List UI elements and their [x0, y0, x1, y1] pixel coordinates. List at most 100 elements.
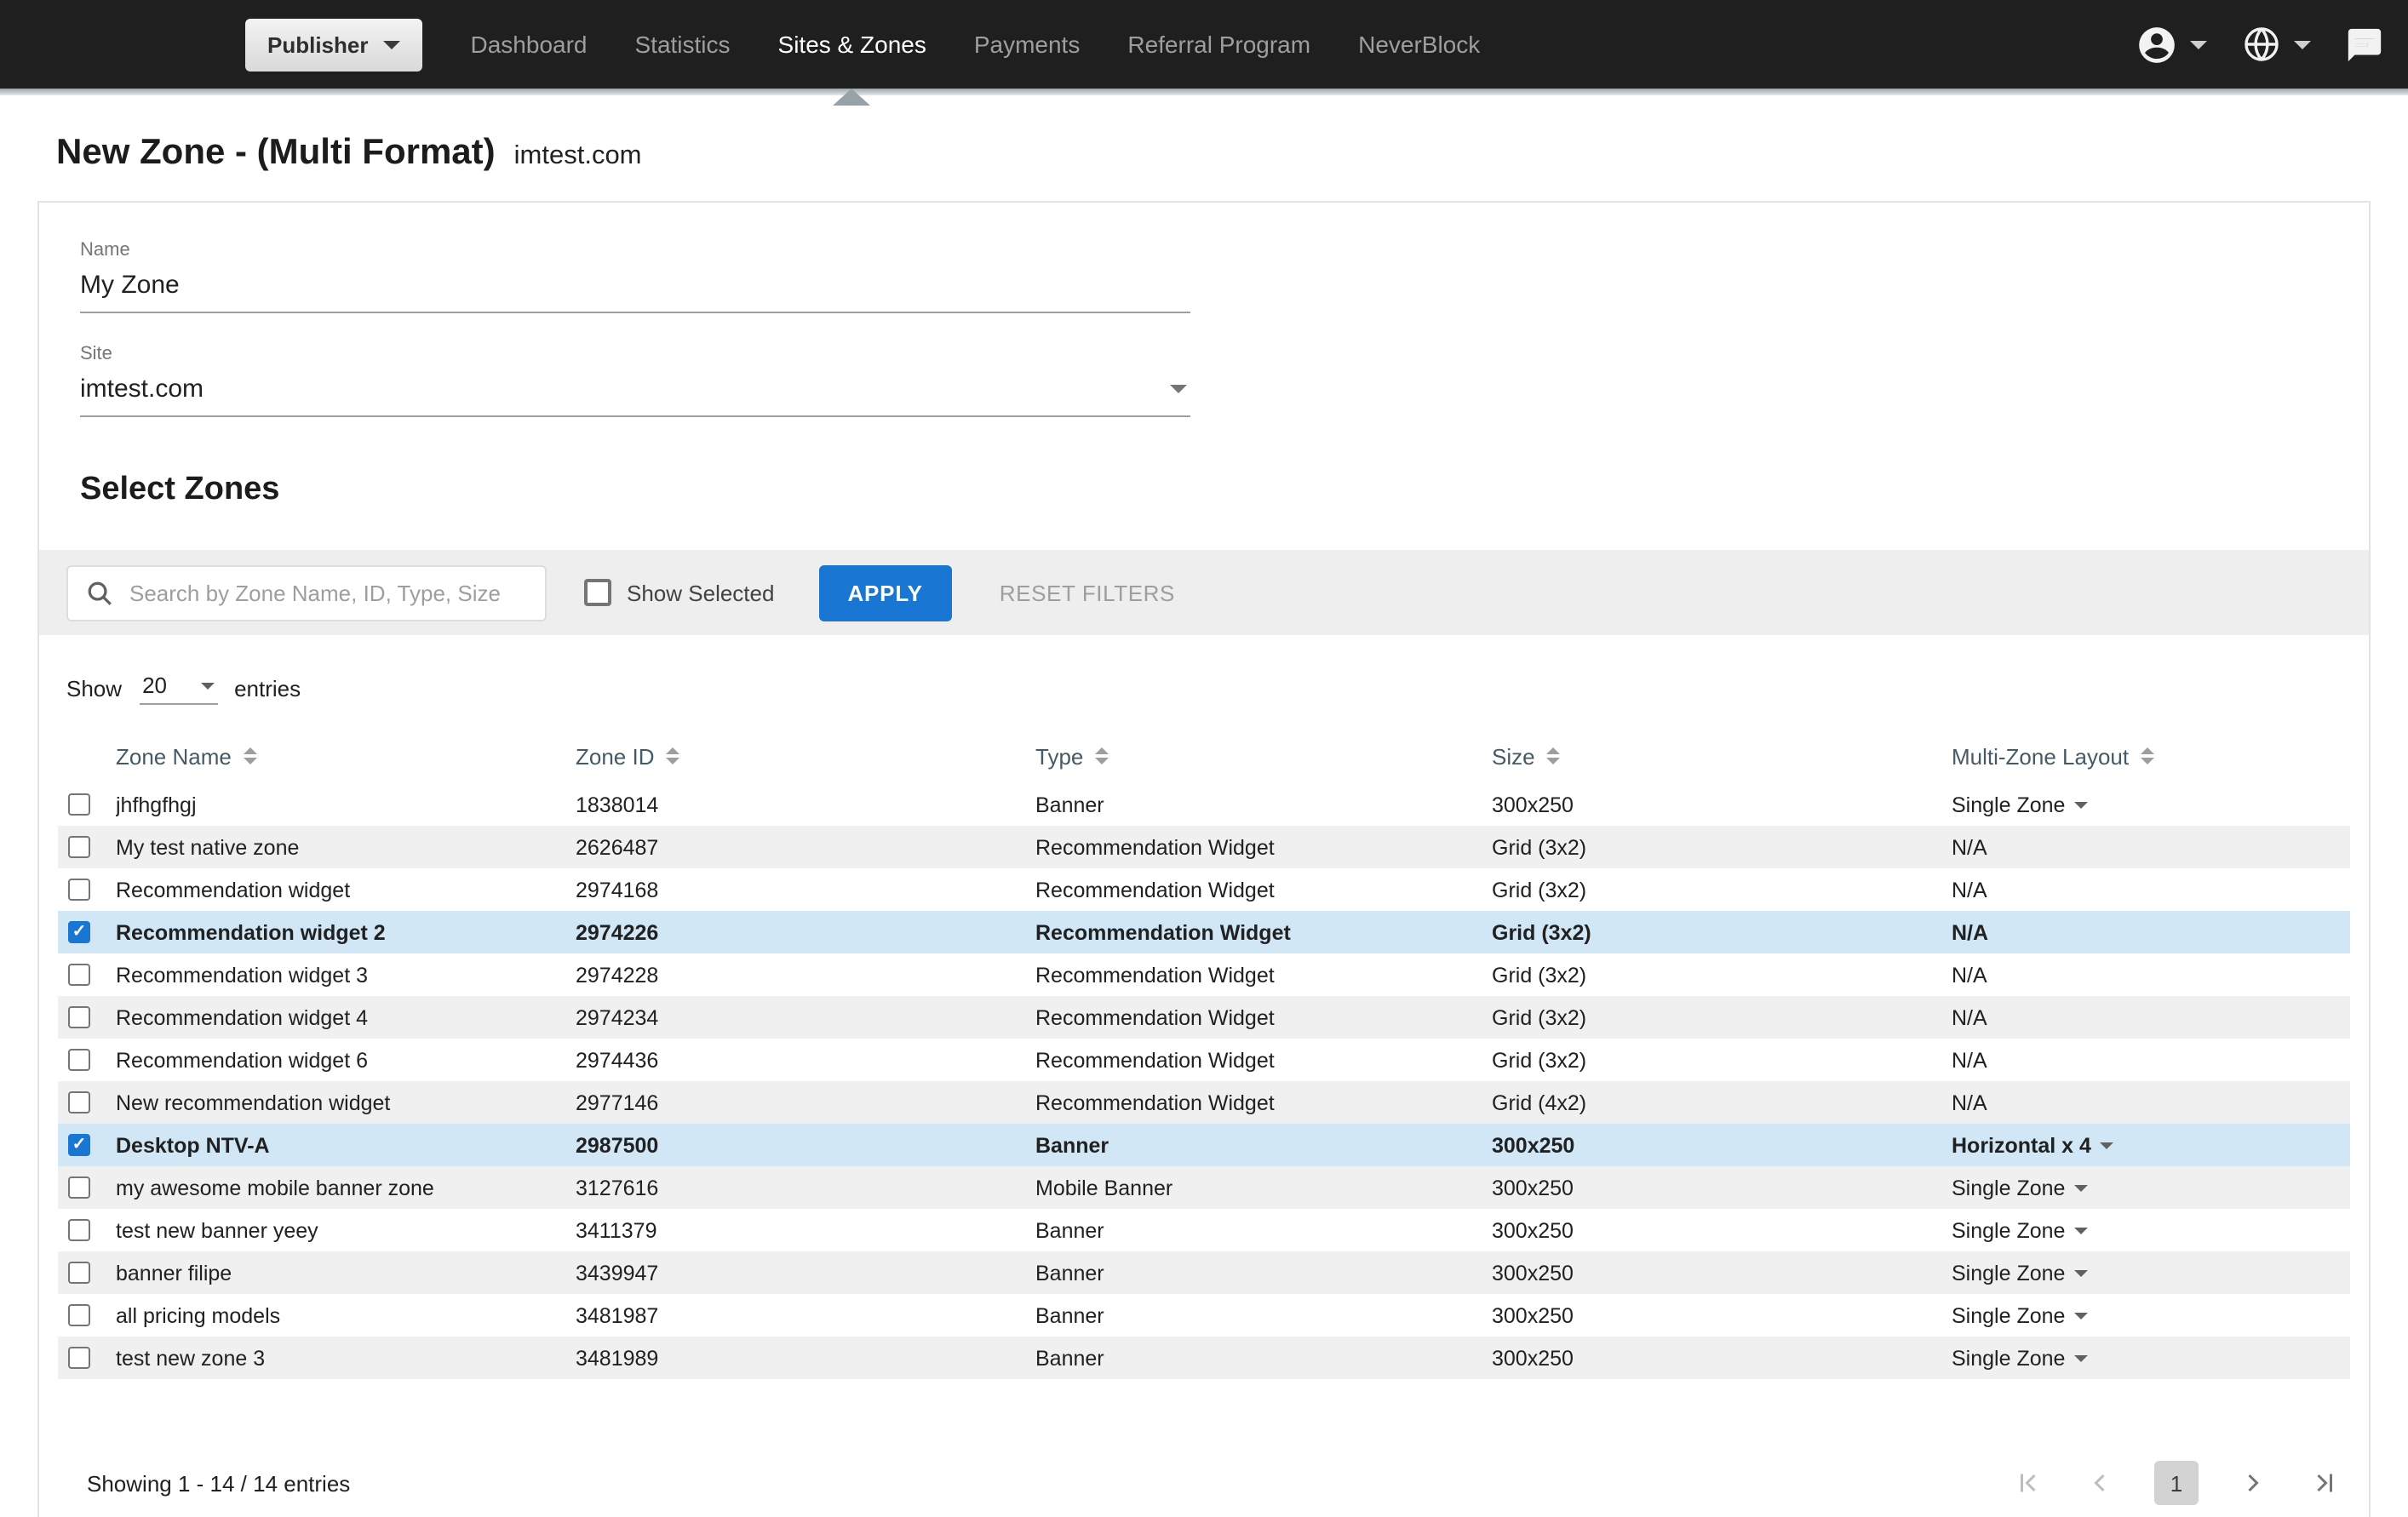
zone-size-cell: 300x250 [1492, 1303, 1574, 1327]
entries-per-page-select[interactable]: 20 [139, 673, 218, 705]
nav-item-referral-program[interactable]: Referral Program [1104, 0, 1334, 89]
page-title-text: New Zone - (Multi Format) [56, 133, 496, 172]
globe-icon[interactable] [2241, 24, 2282, 65]
row-checkbox-cell [58, 1176, 116, 1199]
row-checkbox[interactable] [68, 879, 90, 901]
top-navbar: Publisher Dashboard Statistics Sites & Zon… [0, 0, 2408, 89]
zone-size-cell: Grid (3x2) [1492, 1005, 1587, 1029]
account-chevron-down-icon[interactable] [2190, 40, 2207, 49]
previous-page-button[interactable] [2083, 1466, 2117, 1500]
chevron-down-icon [2073, 1355, 2088, 1363]
search-icon [85, 578, 114, 607]
zone-type-cell: Recommendation Widget [1035, 1091, 1275, 1114]
chat-icon[interactable] [2345, 25, 2384, 64]
nav-item-neverblock[interactable]: NeverBlock [1334, 0, 1504, 89]
row-checkbox[interactable] [68, 1091, 90, 1113]
chevron-down-icon [2073, 1185, 2088, 1193]
zone-name-cell: jhfhgfhgj [116, 793, 197, 816]
zone-size-cell: 300x250 [1492, 1176, 1574, 1199]
column-header-multi-zone-layout[interactable]: Multi-Zone Layout [1952, 743, 2350, 769]
show-selected-control[interactable]: Show Selected [584, 579, 774, 606]
zone-layout-cell[interactable]: Single Zone [1952, 793, 2350, 816]
zone-layout-cell[interactable]: Single Zone [1952, 1261, 2350, 1285]
zone-type-cell: Recommendation Widget [1035, 835, 1275, 859]
zone-name-input[interactable] [80, 266, 1190, 313]
row-checkbox[interactable] [68, 1006, 90, 1028]
table-header-row: Zone Name Zone ID Type Size Multi-Zone Layou… [58, 729, 2350, 783]
chevron-down-icon [2073, 1313, 2088, 1320]
current-page-indicator[interactable]: 1 [2154, 1461, 2199, 1505]
reset-filters-button[interactable]: RESET FILTERS [1000, 580, 1175, 605]
zone-layout-cell[interactable]: Single Zone [1952, 1218, 2350, 1242]
zone-layout-cell[interactable]: Horizontal x 4 [1952, 1133, 2350, 1157]
filter-bar: Show Selected APPLY RESET FILTERS [39, 550, 2369, 635]
row-checkbox-cell [58, 1091, 116, 1113]
first-page-button[interactable] [2011, 1466, 2045, 1500]
account-circle-icon[interactable] [2136, 23, 2178, 66]
zone-id-cell: 3439947 [576, 1261, 659, 1285]
zone-type-cell: Recommendation Widget [1035, 920, 1291, 944]
nav-item-payments[interactable]: Payments [950, 0, 1104, 89]
row-checkbox[interactable] [68, 1049, 90, 1071]
row-checkbox[interactable] [68, 1176, 90, 1199]
zone-type-cell: Recommendation Widget [1035, 878, 1275, 902]
column-header-zone-name[interactable]: Zone Name [116, 743, 576, 769]
sort-icon [1095, 747, 1109, 764]
table-row: New recommendation widget 2977146 Recomm… [58, 1081, 2350, 1124]
zone-id-cell: 2974228 [576, 963, 659, 987]
zone-name-cell: my awesome mobile banner zone [116, 1176, 434, 1199]
apply-button[interactable]: APPLY [818, 564, 952, 621]
column-header-zone-id[interactable]: Zone ID [576, 743, 1035, 769]
nav-item-statistics[interactable]: Statistics [611, 0, 754, 89]
zone-search-input[interactable] [129, 580, 528, 605]
row-checkbox[interactable] [68, 836, 90, 858]
zone-id-cell: 2974226 [576, 920, 659, 944]
language-chevron-down-icon[interactable] [2294, 40, 2311, 49]
column-header-type[interactable]: Type [1035, 743, 1492, 769]
zone-form: Name Site imtest.com [39, 203, 2369, 417]
layout-label: N/A [1952, 1091, 1987, 1114]
row-checkbox-cell [58, 1219, 116, 1241]
zone-layout-cell[interactable]: Single Zone [1952, 1303, 2350, 1327]
sort-icon [243, 747, 257, 764]
row-checkbox[interactable] [68, 1347, 90, 1369]
show-selected-checkbox[interactable] [584, 579, 611, 606]
zone-size-cell: 300x250 [1492, 1218, 1574, 1242]
row-checkbox[interactable] [68, 1134, 90, 1156]
zone-layout-cell: N/A [1952, 963, 2350, 987]
entries-label: entries [234, 676, 301, 701]
zone-type-cell: Recommendation Widget [1035, 1048, 1275, 1072]
nav-item-dashboard[interactable]: Dashboard [447, 0, 611, 89]
zone-name-cell: New recommendation widget [116, 1091, 391, 1114]
search-box [66, 564, 547, 621]
row-checkbox[interactable] [68, 1262, 90, 1284]
zone-layout-cell[interactable]: Single Zone [1952, 1176, 2350, 1199]
zone-size-cell: Grid (3x2) [1492, 920, 1591, 944]
site-select[interactable]: imtest.com [80, 369, 1190, 417]
zone-size-cell: 300x250 [1492, 793, 1574, 816]
next-page-button[interactable] [2236, 1466, 2270, 1500]
row-checkbox[interactable] [68, 921, 90, 943]
row-checkbox[interactable] [68, 1219, 90, 1241]
table-row: all pricing models 3481987 Banner 300x25… [58, 1294, 2350, 1337]
last-page-button[interactable] [2308, 1466, 2342, 1500]
zone-layout-cell: N/A [1952, 878, 2350, 902]
layout-label: Single Zone [1952, 1303, 2066, 1327]
row-checkbox[interactable] [68, 964, 90, 986]
nav-item-sites-zones[interactable]: Sites & Zones [754, 0, 950, 89]
show-label: Show [66, 676, 123, 701]
column-label: Zone ID [576, 743, 655, 769]
zone-name-field: Name [80, 240, 1190, 313]
layout-label: Single Zone [1952, 1261, 2066, 1285]
publisher-menu-button[interactable]: Publisher [245, 18, 423, 71]
sort-icon [1546, 747, 1561, 764]
row-checkbox[interactable] [68, 793, 90, 816]
row-checkbox[interactable] [68, 1304, 90, 1326]
zone-layout-cell[interactable]: Single Zone [1952, 1346, 2350, 1370]
layout-label: N/A [1952, 963, 1987, 987]
zone-name-cell: Recommendation widget 6 [116, 1048, 368, 1072]
chevron-down-icon [200, 682, 215, 689]
column-header-size[interactable]: Size [1492, 743, 1952, 769]
table-row: test new banner yeey 3411379 Banner 300x… [58, 1209, 2350, 1251]
zone-type-cell: Mobile Banner [1035, 1176, 1173, 1199]
